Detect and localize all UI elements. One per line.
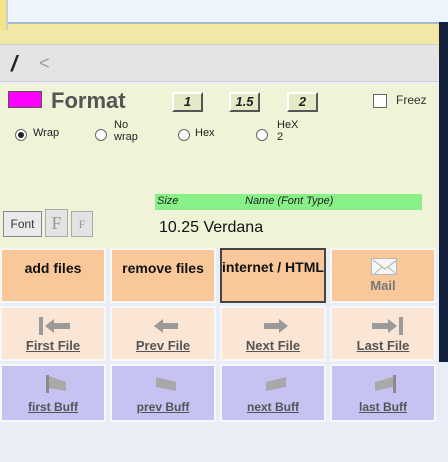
font-name-header: Name (Font Type): [245, 195, 334, 207]
font-large-icon[interactable]: F: [45, 209, 68, 237]
last-icon: [368, 315, 404, 337]
wrap-radio[interactable]: [15, 129, 27, 141]
hex2-label-line2: 2: [277, 131, 284, 143]
font-header-bar: Size Name (Font Type): [155, 194, 422, 210]
path-bar: / <: [0, 44, 438, 82]
freeze-label: Freez: [396, 93, 427, 107]
hex-radio-label: Hex: [195, 127, 215, 139]
format-label: Format: [51, 88, 126, 113]
prev-buff-icon: [148, 373, 184, 395]
nowrap-label-line2: wrap: [114, 131, 138, 143]
title-area: [8, 0, 448, 24]
internet-html-button[interactable]: internet / HTML: [220, 248, 326, 303]
next-buff-button[interactable]: next Buff: [220, 364, 326, 422]
add-files-button[interactable]: add files: [0, 248, 106, 303]
app-window: / < Format 1 1.5 2 Freez Wrap No wrap He…: [0, 0, 448, 462]
size-header: Size: [157, 195, 179, 207]
font-button[interactable]: Font: [3, 211, 42, 237]
hex2-radio[interactable]: [256, 129, 268, 141]
prev-icon: [148, 315, 184, 337]
mail-envelope-icon: [371, 258, 398, 276]
remove-files-button[interactable]: remove files: [110, 248, 216, 303]
nowrap-radio[interactable]: [95, 129, 107, 141]
remove-files-label: remove files: [122, 260, 204, 276]
nowrap-label-line1: No: [114, 119, 129, 131]
format-panel: Format 1 1.5 2 Freez Wrap No wrap Hex He…: [0, 84, 438, 248]
mail-button[interactable]: Mail: [330, 248, 436, 303]
next-buff-icon: [258, 373, 294, 395]
spacing-2-button[interactable]: 2: [287, 92, 318, 112]
last-file-label: Last File: [356, 338, 410, 353]
left-yellow-edge: [0, 0, 8, 30]
first-icon: [38, 315, 74, 337]
first-buff-button[interactable]: first Buff: [0, 364, 106, 422]
prev-buff-button[interactable]: prev Buff: [110, 364, 216, 422]
hex-radio[interactable]: [178, 129, 190, 141]
font-value: 10.25 Verdana: [159, 219, 264, 236]
color-swatch[interactable]: [8, 91, 42, 108]
first-buff-icon: [38, 373, 74, 395]
next-buff-label: next Buff: [247, 400, 299, 414]
last-buff-icon: [368, 373, 404, 395]
internet-html-label: internet / HTML: [222, 259, 324, 275]
back-arrow-icon[interactable]: <: [39, 53, 50, 74]
first-file-button[interactable]: First File: [0, 306, 106, 361]
first-buff-label: first Buff: [28, 400, 78, 414]
prev-file-button[interactable]: Prev File: [110, 306, 216, 361]
spacing-1-5-button[interactable]: 1.5: [229, 92, 260, 112]
nowrap-radio-label: No wrap: [114, 119, 138, 143]
right-scrollbar-edge[interactable]: [439, 22, 448, 362]
wrap-radio-label: Wrap: [33, 127, 60, 139]
next-file-button[interactable]: Next File: [220, 306, 326, 361]
spacing-1-button[interactable]: 1: [172, 92, 203, 112]
font-small-icon[interactable]: F: [71, 211, 93, 237]
hex2-radio-label: HeX 2: [277, 119, 298, 143]
last-buff-button[interactable]: last Buff: [330, 364, 436, 422]
freeze-checkbox[interactable]: [373, 94, 387, 108]
last-buff-label: last Buff: [359, 400, 407, 414]
prev-buff-label: prev Buff: [136, 400, 190, 414]
first-file-label: First File: [25, 338, 81, 353]
path-slash: /: [11, 51, 18, 76]
next-file-label: Next File: [245, 338, 301, 353]
mail-label: Mail: [370, 278, 396, 293]
last-file-button[interactable]: Last File: [330, 306, 436, 361]
next-icon: [258, 315, 294, 337]
add-files-label: add files: [24, 260, 82, 276]
hex2-label-line1: HeX: [277, 119, 299, 131]
prev-file-label: Prev File: [135, 338, 191, 353]
